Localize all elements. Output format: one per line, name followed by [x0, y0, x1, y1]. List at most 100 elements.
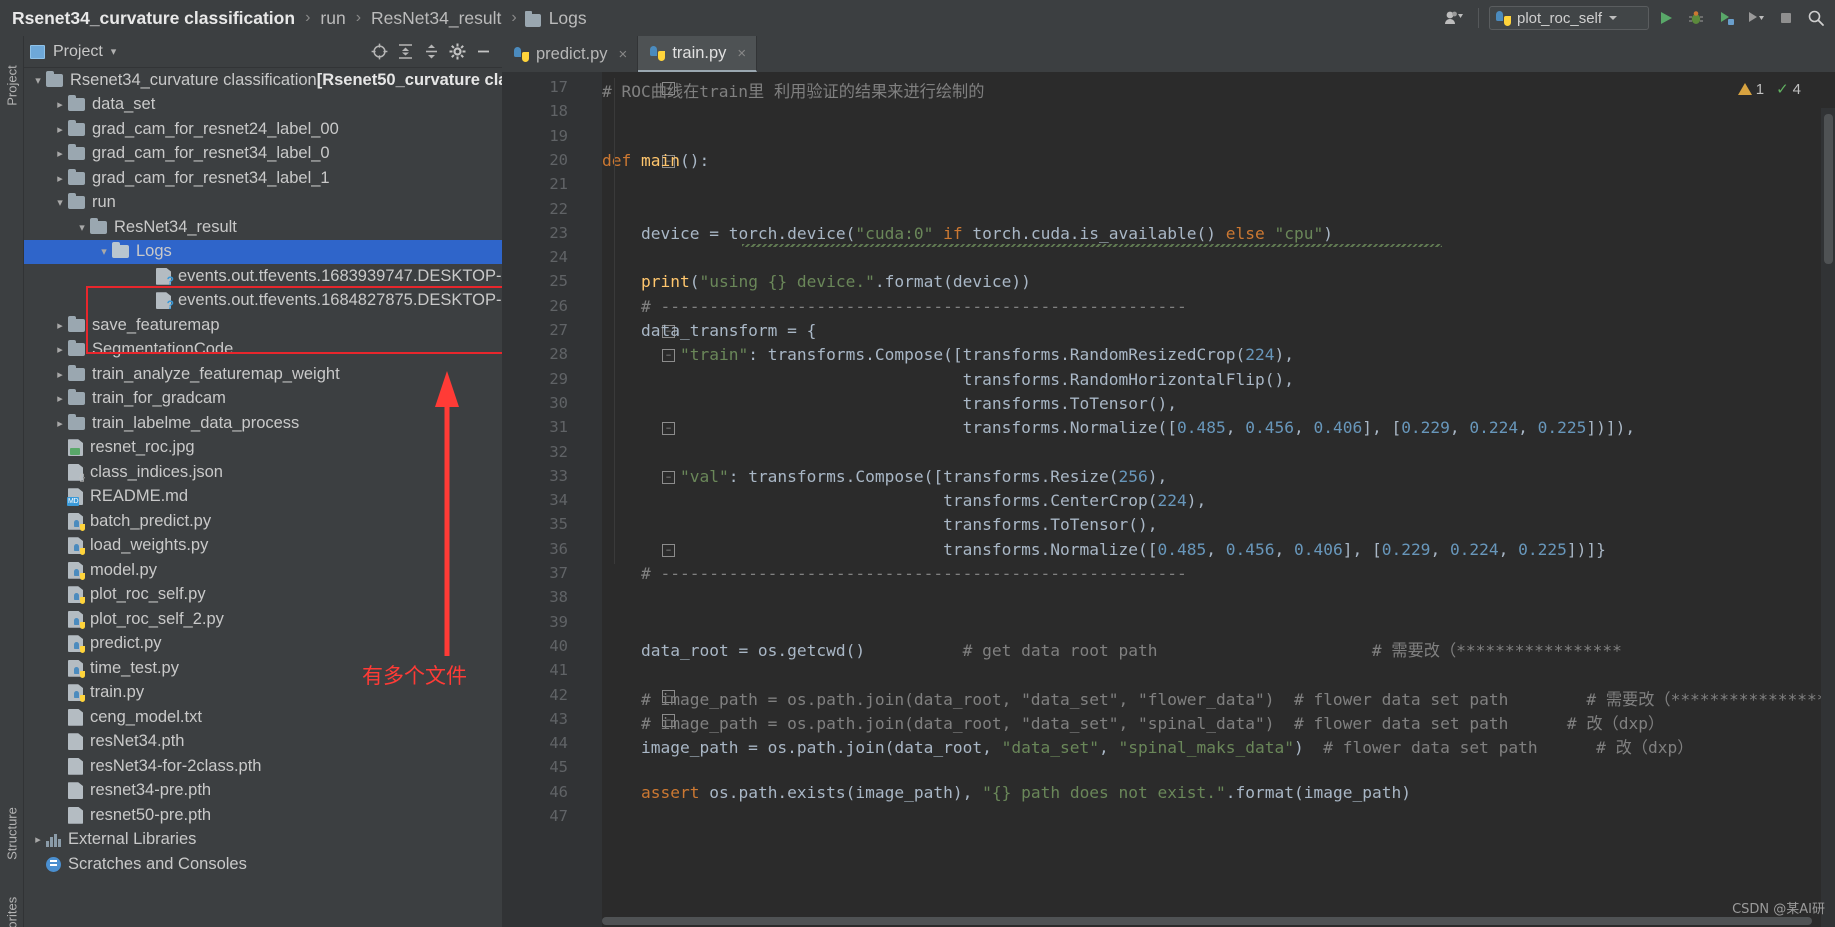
tree-row[interactable]: plot_roc_self_2.py — [24, 607, 502, 632]
scrollbar-thumb[interactable] — [1824, 114, 1833, 264]
tree-row[interactable]: ? events.out.tfevents.1683939747.DESKTOP-… — [24, 264, 502, 289]
horizontal-scrollbar-thumb[interactable] — [602, 917, 1812, 925]
tree-row[interactable]: load_weights.py — [24, 534, 502, 559]
code-line[interactable]: data_transform = { — [602, 321, 816, 340]
breadcrumb-item-resnet34result[interactable]: ResNet34_result — [369, 8, 503, 29]
debug-icon[interactable] — [1683, 5, 1709, 31]
chevron-down-icon[interactable]: ▾ — [111, 45, 117, 58]
code-line[interactable]: data_root = os.getcwd() # get data root … — [602, 637, 1622, 661]
tree-row[interactable]: train.py — [24, 681, 502, 706]
tree-row[interactable]: Logs — [24, 239, 502, 264]
code-line[interactable]: # ROC曲线在train里 利用验证的结果来进行绘制的 — [602, 78, 984, 102]
tree-row[interactable]: SegmentationCode — [24, 338, 502, 363]
tree-row[interactable]: ResNet34_result — [24, 215, 502, 240]
close-icon[interactable]: × — [737, 45, 746, 62]
chevron-right-icon[interactable] — [52, 172, 68, 185]
inspection-status[interactable]: 1 ✓ 4 — [1737, 80, 1801, 98]
chevron-right-icon[interactable] — [52, 417, 68, 430]
chevron-down-icon[interactable] — [96, 245, 112, 258]
tree-row[interactable]: train_labelme_data_process — [24, 411, 502, 436]
tree-row[interactable]: grad_cam_for_resnet34_label_1 — [24, 166, 502, 191]
code-line[interactable]: # image_path = os.path.join(data_root, "… — [602, 686, 1827, 710]
code-line[interactable]: assert os.path.exists(image_path), "{} p… — [602, 783, 1411, 802]
breadcrumb-item-run[interactable]: run — [318, 8, 347, 29]
code-line[interactable]: transforms.ToTensor(), — [602, 394, 1177, 413]
code-line[interactable]: transforms.RandomHorizontalFlip(), — [602, 370, 1294, 389]
source-code[interactable]: # ROC曲线在train里 利用验证的结果来进行绘制的 def main(): … — [602, 72, 1835, 927]
tree-row[interactable]: train_for_gradcam — [24, 387, 502, 412]
code-line[interactable]: # --------------------------------------… — [602, 564, 1187, 583]
tool-tab-structure[interactable]: Structure — [5, 804, 20, 864]
tree-row[interactable]: batch_predict.py — [24, 509, 502, 534]
gear-icon[interactable] — [444, 40, 470, 64]
code-line[interactable]: def main(): — [602, 151, 709, 170]
tree-row[interactable]: ceng_model.txt — [24, 705, 502, 730]
tree-row[interactable]: resnet_roc.jpg — [24, 436, 502, 461]
expand-all-icon[interactable] — [392, 40, 418, 64]
code-line[interactable]: transforms.CenterCrop(224), — [602, 491, 1206, 510]
run-icon[interactable] — [1653, 5, 1679, 31]
chevron-right-icon[interactable] — [52, 368, 68, 381]
code-line[interactable]: "val": transforms.Compose([transforms.Re… — [602, 467, 1167, 486]
tree-row[interactable]: ? events.out.tfevents.1684827875.DESKTOP-… — [24, 289, 502, 314]
tree-row[interactable]: resNet34.pth — [24, 730, 502, 755]
code-line[interactable]: transforms.Normalize([0.485, 0.456, 0.40… — [602, 540, 1606, 559]
editor-scrollbar[interactable] — [1821, 108, 1835, 927]
code-line[interactable]: # image_path = os.path.join(data_root, "… — [602, 710, 1664, 734]
tree-row[interactable]: MD README.md — [24, 485, 502, 510]
tree-row[interactable]: save_featuremap — [24, 313, 502, 338]
tree-row[interactable]: model.py — [24, 558, 502, 583]
code-line[interactable]: transforms.ToTensor(), — [602, 515, 1157, 534]
editor-horizontal-scrollbar[interactable] — [602, 915, 1821, 927]
user-icon[interactable] — [1442, 5, 1468, 31]
project-file-tree[interactable]: Rsenet34_curvature classification [Rsene… — [24, 68, 502, 927]
stop-icon[interactable] — [1773, 5, 1799, 31]
tree-row[interactable]: run — [24, 191, 502, 216]
collapse-all-icon[interactable] — [418, 40, 444, 64]
run-configuration-selector[interactable]: plot_roc_self — [1489, 6, 1649, 30]
breadcrumb-item-project[interactable]: Rsenet34_curvature classification — [10, 8, 297, 29]
close-icon[interactable]: × — [619, 46, 628, 63]
code-line[interactable]: transforms.Normalize([0.485, 0.456, 0.40… — [602, 418, 1636, 437]
chevron-down-icon[interactable] — [30, 74, 46, 87]
tool-tab-project[interactable]: Project — [5, 56, 20, 116]
chevron-down-icon[interactable] — [74, 221, 90, 234]
chevron-right-icon[interactable] — [52, 147, 68, 160]
chevron-down-icon[interactable] — [52, 196, 68, 209]
chevron-right-icon[interactable] — [30, 833, 46, 846]
profile-icon[interactable] — [1743, 5, 1769, 31]
tree-row[interactable]: train_analyze_featuremap_weight — [24, 362, 502, 387]
tree-row[interactable]: plot_roc_self.py — [24, 583, 502, 608]
code-line[interactable]: print("using {} device.".format(device)) — [602, 272, 1031, 291]
editor-tab-predict-py[interactable]: predict.py × — [502, 36, 639, 72]
code-line[interactable]: device = torch.device("cuda:0" if torch.… — [602, 224, 1333, 243]
chevron-right-icon[interactable] — [52, 123, 68, 136]
tool-tab-favorites[interactable]: Favorites — [5, 894, 20, 927]
tree-row[interactable]: time_test.py — [24, 656, 502, 681]
chevron-right-icon[interactable] — [52, 343, 68, 356]
search-icon[interactable] — [1803, 5, 1829, 31]
tree-row[interactable]: resnet50-pre.pth — [24, 803, 502, 828]
code-line[interactable]: image_path = os.path.join(data_root, "da… — [602, 734, 1693, 758]
locate-icon[interactable] — [366, 40, 392, 64]
tree-row[interactable]: predict.py — [24, 632, 502, 657]
breadcrumb-item-logs[interactable]: Logs — [547, 8, 589, 29]
editor-tab-train-py[interactable]: train.py × — [638, 36, 758, 72]
tree-row[interactable]: data_set — [24, 93, 502, 118]
coverage-icon[interactable] — [1713, 5, 1739, 31]
tree-row[interactable]: Scratches and Consoles — [24, 852, 502, 877]
tree-row[interactable]: grad_cam_for_resnet24_label_00 — [24, 117, 502, 142]
tree-row[interactable]: grad_cam_for_resnet34_label_0 — [24, 142, 502, 167]
code-line[interactable]: "train": transforms.Compose([transforms.… — [602, 345, 1294, 364]
code-view[interactable]: 17 18 19 20 21 22 23 24 25 26 27 28 29 30 31 32 33 34 35 36… — [502, 72, 1835, 927]
tree-row[interactable]: Rsenet34_curvature classification [Rsene… — [24, 68, 502, 93]
code-folding-strip[interactable]: − − − − − − − − − — [580, 72, 675, 927]
tree-row[interactable]: resNet34-for-2class.pth — [24, 754, 502, 779]
chevron-right-icon[interactable] — [52, 98, 68, 111]
tree-row[interactable]: External Libraries — [24, 828, 502, 853]
hide-panel-icon[interactable] — [470, 40, 496, 64]
tree-row[interactable]: resnet34-pre.pth — [24, 779, 502, 804]
code-line[interactable]: # --------------------------------------… — [602, 297, 1187, 316]
chevron-right-icon[interactable] — [52, 392, 68, 405]
tree-row[interactable]: {} class_indices.json — [24, 460, 502, 485]
